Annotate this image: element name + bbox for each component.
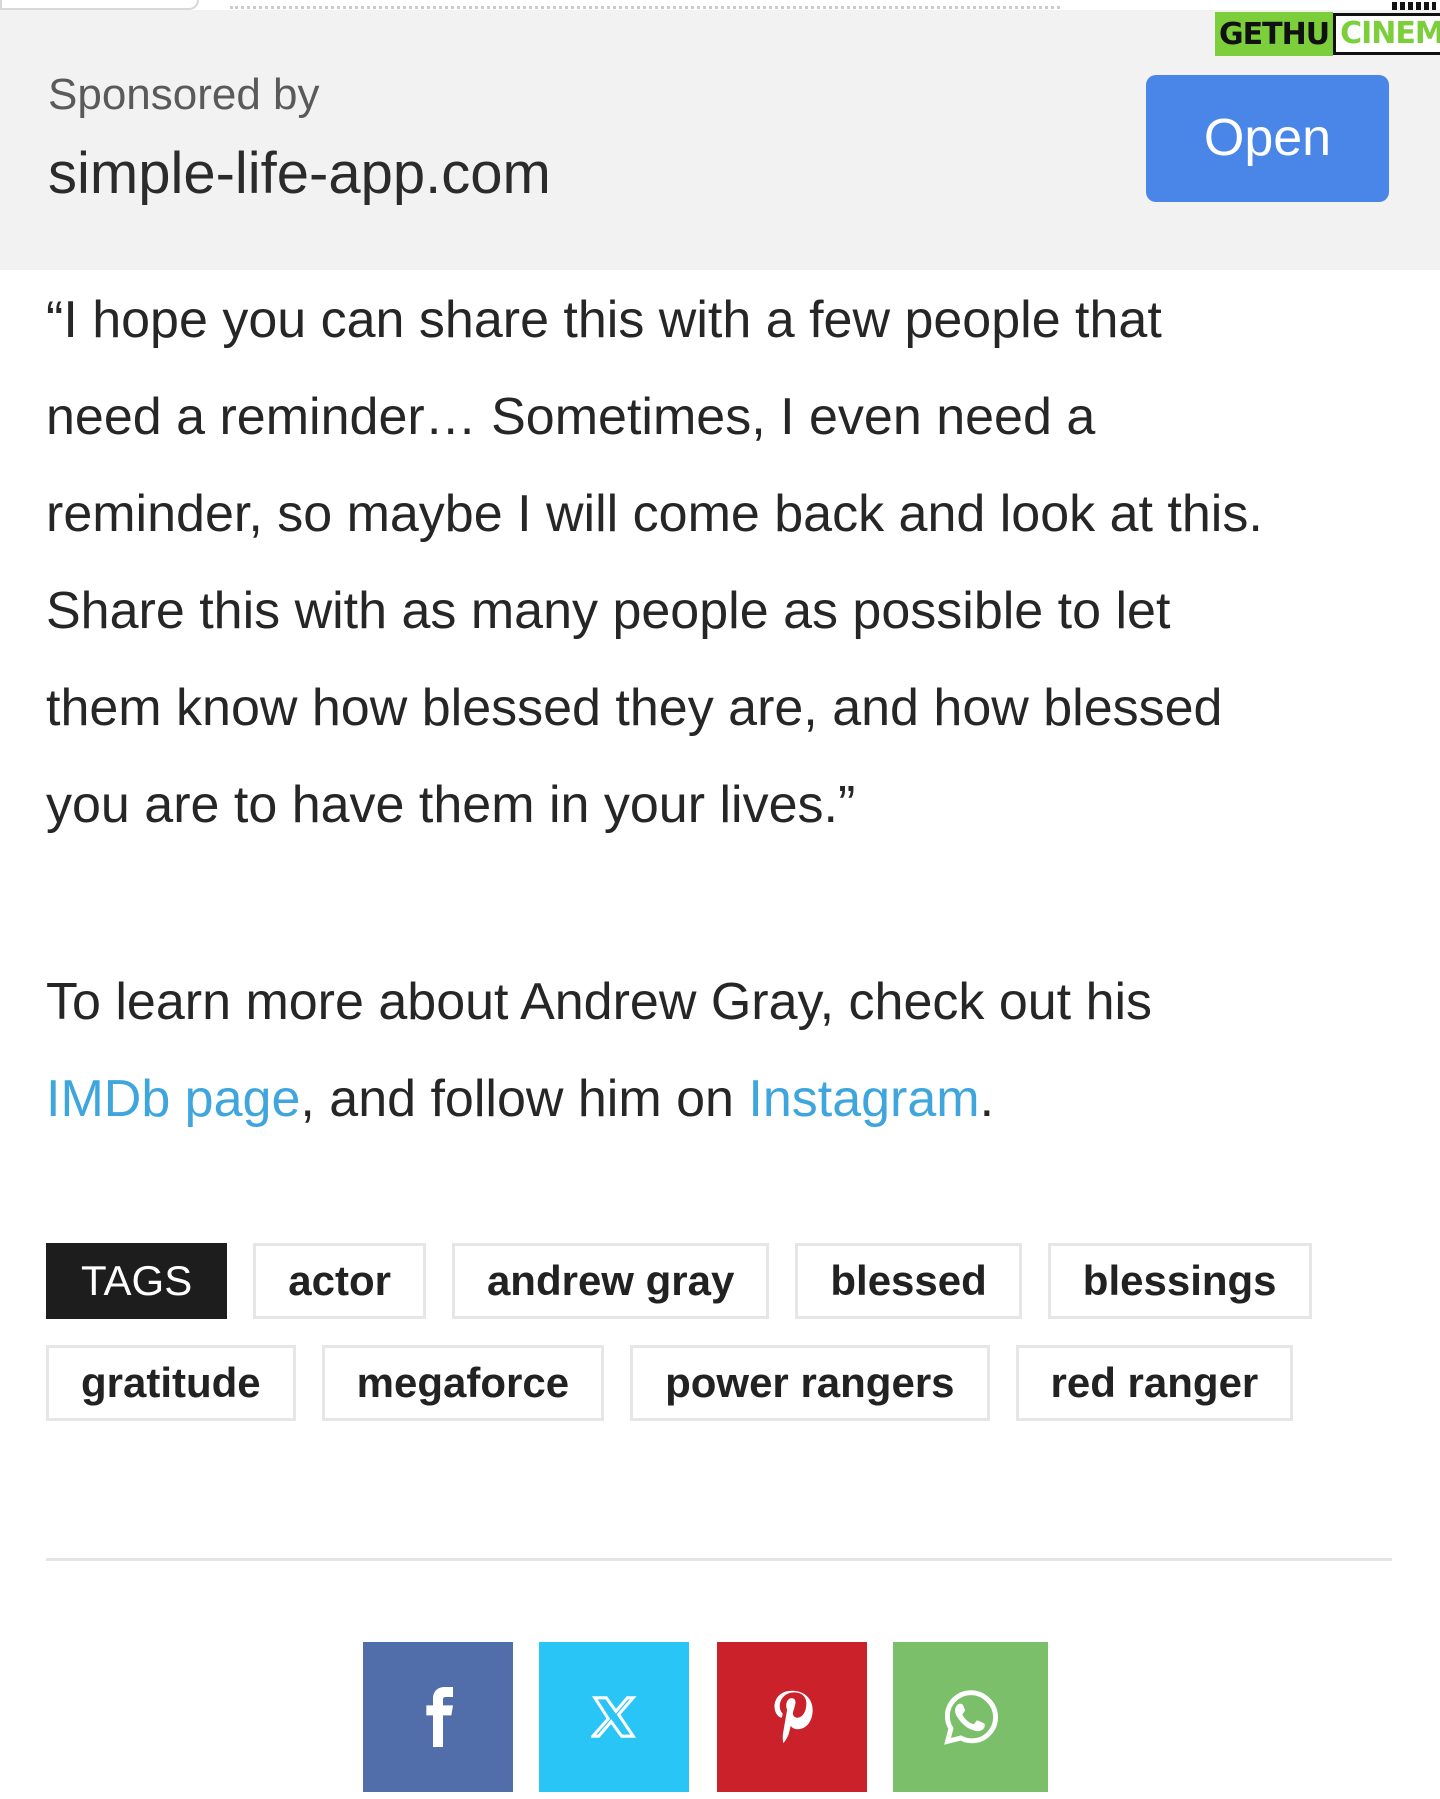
learn-more-line1: To learn more about Andrew Gray, check o… <box>46 973 1153 1031</box>
share-pinterest-button[interactable] <box>717 1642 867 1792</box>
sponsor-domain[interactable]: simple-life-app.com <box>48 140 551 207</box>
watermark-part1: GETHU <box>1215 12 1334 56</box>
tag-power-rangers[interactable]: power rangers <box>630 1345 990 1421</box>
film-strip-icon <box>1392 2 1436 10</box>
tag-actor[interactable]: actor <box>253 1243 426 1319</box>
pinterest-icon <box>774 1690 813 1743</box>
learn-more-line2: IMDb page, and follow him on Instagram. <box>46 1051 1416 1148</box>
sponsored-label: Sponsored by <box>48 70 320 119</box>
quote-line: “I hope you can share this with a few pe… <box>46 291 1162 349</box>
top-strip <box>0 0 1440 10</box>
quote-paragraph: “I hope you can share this with a few pe… <box>46 272 1416 854</box>
tag-red-ranger[interactable]: red ranger <box>1015 1345 1294 1421</box>
facebook-icon <box>426 1687 453 1747</box>
quote-line: you are to have them in your lives.” <box>46 776 856 834</box>
learn-more-mid: , and follow him on <box>300 1070 749 1128</box>
tags-heading: TAGS <box>46 1243 228 1319</box>
tag-gratitude[interactable]: gratitude <box>46 1345 296 1421</box>
share-whatsapp-button[interactable] <box>893 1642 1048 1792</box>
share-x-button[interactable] <box>539 1642 689 1792</box>
page: Sponsored by simple-life-app.com Open GE… <box>0 0 1440 1799</box>
whatsapp-icon <box>943 1690 998 1745</box>
quote-line: reminder, so maybe I will come back and … <box>46 485 1263 543</box>
watermark-logo: GETHU CINEMA <box>1215 2 1440 58</box>
tag-megaforce[interactable]: megaforce <box>321 1345 605 1421</box>
watermark-part2: CINEMA <box>1333 13 1440 55</box>
tag-row: gratitude megaforce power rangers red ra… <box>46 1345 1406 1421</box>
tags-section: TAGS actor andrew gray blessed blessings… <box>46 1243 1406 1447</box>
instagram-link[interactable]: Instagram <box>748 1070 979 1128</box>
tag-andrew-gray[interactable]: andrew gray <box>451 1243 770 1319</box>
tab-edge <box>0 0 199 10</box>
tag-blessed[interactable]: blessed <box>795 1243 1022 1319</box>
tag-blessings[interactable]: blessings <box>1047 1243 1312 1319</box>
x-icon <box>591 1696 637 1738</box>
open-button[interactable]: Open <box>1146 75 1389 202</box>
share-facebook-button[interactable] <box>363 1642 513 1792</box>
learn-more-end: . <box>979 1070 995 1128</box>
tag-row: TAGS actor andrew gray blessed blessings <box>46 1243 1406 1319</box>
quote-line: them know how blessed they are, and how … <box>46 679 1223 737</box>
quote-line: Share this with as many people as possib… <box>46 582 1171 640</box>
imdb-link[interactable]: IMDb page <box>46 1070 300 1128</box>
divider <box>46 1558 1392 1561</box>
learn-more-paragraph: To learn more about Andrew Gray, check o… <box>46 954 1416 1148</box>
cut-off-text <box>230 0 1060 9</box>
quote-line: need a reminder… Sometimes, I even need … <box>46 388 1096 446</box>
